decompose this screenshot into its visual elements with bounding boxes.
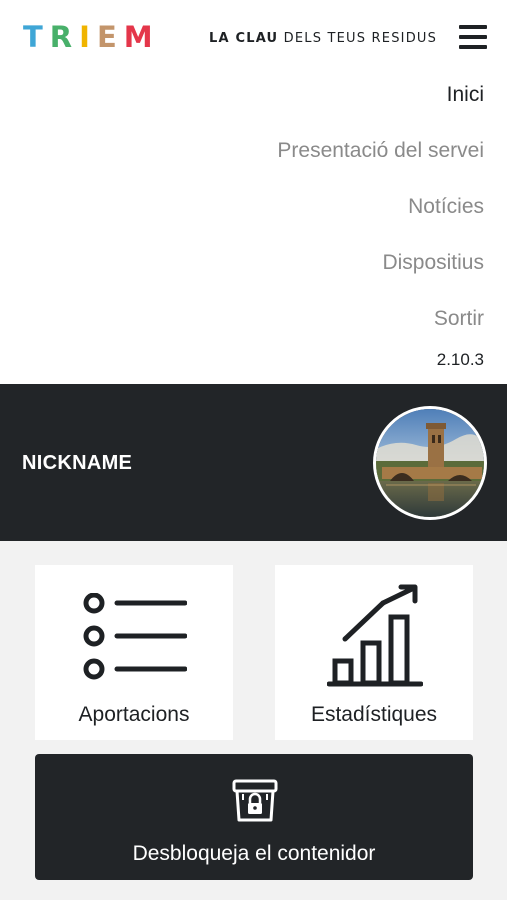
logo-letter-e: E (96, 20, 124, 54)
unlock-label: Desbloqueja el contenidor (132, 842, 376, 865)
logo-letter-r: R (49, 20, 80, 54)
locked-container-icon (232, 779, 278, 822)
tagline: LA CLAU DELS TEUS RESIDUS (209, 31, 437, 46)
contributions-label: Aportacions (78, 703, 190, 726)
logo-letter-m: M (123, 20, 160, 54)
top-bar: T R I E M LA CLAU DELS TEUS RESIDUS (0, 0, 507, 78)
statistics-label: Estadístiques (310, 703, 438, 726)
statistics-card[interactable]: Estadístiques (275, 565, 473, 740)
profile-banner: NICKNAME (0, 384, 507, 541)
tagline-rest: DELS TEUS RESIDUS (283, 31, 438, 46)
app-version: 2.10.3 (436, 350, 484, 369)
nickname: NICKNAME (22, 452, 133, 474)
tagline-bold: LA CLAU (209, 31, 279, 46)
hamburger-icon[interactable] (459, 24, 487, 50)
bar-chart-growth-icon (327, 584, 423, 687)
logo-letter-t: T (23, 20, 50, 54)
logo-letter-i: I (79, 20, 97, 54)
menu-item-dispositius[interactable]: Dispositius (382, 251, 484, 275)
menu-item-noticies[interactable]: Notícies (408, 195, 484, 219)
menu-item-presentacio[interactable]: Presentació del servei (277, 139, 484, 163)
triem-logo: T R I E M (23, 23, 160, 52)
navigation-menu: Inici Presentació del servei Notícies Di… (0, 78, 507, 384)
bridge-photo-icon (376, 409, 484, 517)
unlock-container-button[interactable]: Desbloqueja el contenidor (35, 754, 473, 880)
menu-item-sortir[interactable]: Sortir (434, 307, 484, 331)
list-icon (83, 593, 187, 680)
menu-item-inici[interactable]: Inici (447, 83, 484, 107)
avatar[interactable] (373, 406, 487, 520)
contributions-card[interactable]: Aportacions (35, 565, 233, 740)
